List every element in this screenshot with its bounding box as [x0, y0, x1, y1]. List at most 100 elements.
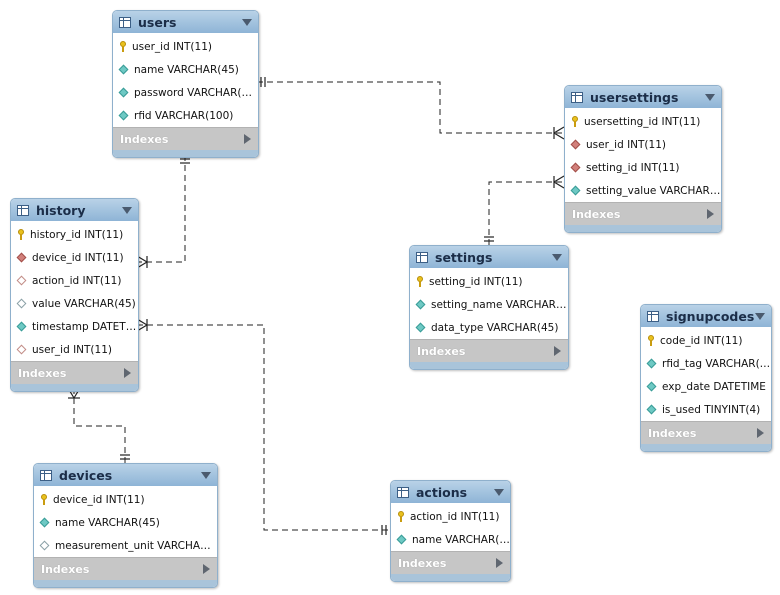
- column-row[interactable]: user_id INT(11): [11, 338, 138, 361]
- indexes-section[interactable]: Indexes: [11, 361, 138, 384]
- column-row[interactable]: code_id INT(11): [641, 329, 771, 352]
- table-users[interactable]: users user_id INT(11) name VARCHAR(45) pas…: [112, 10, 259, 158]
- column-row[interactable]: setting_id INT(11): [410, 270, 568, 293]
- column-row[interactable]: exp_date DATETIME: [641, 375, 771, 398]
- expand-indexes-icon[interactable]: [203, 564, 210, 574]
- column-row[interactable]: measurement_unit VARCHAR(20): [34, 534, 217, 557]
- column-row[interactable]: rfid_tag VARCHAR(4...: [641, 352, 771, 375]
- collapse-icon[interactable]: [755, 312, 765, 320]
- column-label: is_used TINYINT(4): [662, 403, 761, 416]
- nullable-foreign-key-icon: [16, 275, 27, 286]
- indexes-section[interactable]: Indexes: [113, 127, 258, 150]
- column-row[interactable]: setting_id INT(11): [565, 156, 721, 179]
- column-row[interactable]: usersetting_id INT(11): [565, 110, 721, 133]
- column-label: data_type VARCHAR(45): [431, 321, 559, 334]
- indexes-section[interactable]: Indexes: [410, 339, 568, 362]
- collapse-icon[interactable]: [122, 206, 132, 214]
- table-header[interactable]: users: [113, 11, 258, 33]
- column-list: usersetting_id INT(11) user_id INT(11) set…: [565, 108, 721, 202]
- column-row[interactable]: name VARCHAR(45): [34, 511, 217, 534]
- relationship-settings-usersettings: [488, 181, 564, 245]
- table-history[interactable]: history history_id INT(11) device_id INT(…: [10, 198, 139, 392]
- expand-indexes-icon[interactable]: [757, 428, 764, 438]
- table-header[interactable]: usersettings: [565, 86, 721, 108]
- column-label: user_id INT(11): [586, 138, 666, 151]
- column-row[interactable]: setting_name VARCHAR(4...: [410, 293, 568, 316]
- column-list: device_id INT(11) name VARCHAR(45) measure…: [34, 486, 217, 557]
- table-footer: [391, 574, 510, 581]
- column-list: setting_id INT(11) setting_name VARCHAR(4…: [410, 268, 568, 339]
- column-row[interactable]: user_id INT(11): [113, 35, 258, 58]
- collapse-icon[interactable]: [552, 253, 562, 261]
- column-row[interactable]: timestamp DATETI...: [11, 315, 138, 338]
- column-icon: [118, 87, 129, 98]
- table-actions[interactable]: actions action_id INT(11) name VARCHAR(50…: [390, 480, 511, 582]
- relationship-users-history: [137, 155, 186, 263]
- column-label: history_id INT(11): [30, 228, 124, 241]
- expand-indexes-icon[interactable]: [124, 368, 131, 378]
- column-row[interactable]: is_used TINYINT(4): [641, 398, 771, 421]
- column-row[interactable]: rfid VARCHAR(100): [113, 104, 258, 127]
- table-signupcodes[interactable]: signupcodes code_id INT(11) rfid_tag VARC…: [640, 304, 772, 452]
- column-icon: [118, 110, 129, 121]
- expand-indexes-icon[interactable]: [244, 134, 251, 144]
- column-label: name VARCHAR(45): [55, 516, 160, 529]
- column-row[interactable]: value VARCHAR(45): [11, 292, 138, 315]
- expand-indexes-icon[interactable]: [496, 558, 503, 568]
- table-name: signupcodes: [666, 308, 755, 324]
- table-usersettings[interactable]: usersettings usersetting_id INT(11) user_…: [564, 85, 722, 233]
- indexes-label: Indexes: [18, 366, 67, 380]
- column-row[interactable]: setting_value VARCHAR(4...: [565, 179, 721, 202]
- indexes-section[interactable]: Indexes: [391, 551, 510, 574]
- table-footer: [11, 384, 138, 391]
- column-row[interactable]: data_type VARCHAR(45): [410, 316, 568, 339]
- indexes-section[interactable]: Indexes: [34, 557, 217, 580]
- nullable-column-icon: [16, 298, 27, 309]
- nullable-foreign-key-icon: [16, 344, 27, 355]
- collapse-icon[interactable]: [242, 18, 252, 26]
- primary-key-icon: [40, 494, 48, 505]
- table-header[interactable]: signupcodes: [641, 305, 771, 327]
- indexes-section[interactable]: Indexes: [565, 202, 721, 225]
- collapse-icon[interactable]: [494, 488, 504, 496]
- column-icon: [646, 381, 657, 392]
- column-row[interactable]: action_id INT(11): [391, 505, 510, 528]
- indexes-label: Indexes: [648, 426, 697, 440]
- collapse-icon[interactable]: [705, 93, 715, 101]
- column-row[interactable]: device_id INT(11): [34, 488, 217, 511]
- table-footer: [565, 225, 721, 232]
- table-footer: [641, 444, 771, 451]
- expand-indexes-icon[interactable]: [554, 346, 561, 356]
- column-row[interactable]: action_id INT(11): [11, 269, 138, 292]
- table-icon: [416, 251, 428, 263]
- column-row[interactable]: device_id INT(11): [11, 246, 138, 269]
- table-name: users: [138, 14, 177, 30]
- primary-key-icon: [397, 511, 405, 522]
- column-label: code_id INT(11): [660, 334, 743, 347]
- indexes-label: Indexes: [41, 562, 90, 576]
- collapse-icon[interactable]: [201, 471, 211, 479]
- table-devices[interactable]: devices device_id INT(11) name VARCHAR(45…: [33, 463, 218, 588]
- table-header[interactable]: actions: [391, 481, 510, 503]
- table-icon: [17, 204, 29, 216]
- table-header[interactable]: settings: [410, 246, 568, 268]
- column-row[interactable]: name VARCHAR(50): [391, 528, 510, 551]
- indexes-section[interactable]: Indexes: [641, 421, 771, 444]
- table-header[interactable]: history: [11, 199, 138, 221]
- table-footer: [34, 580, 217, 587]
- column-row[interactable]: history_id INT(11): [11, 223, 138, 246]
- column-row[interactable]: name VARCHAR(45): [113, 58, 258, 81]
- table-header[interactable]: devices: [34, 464, 217, 486]
- table-name: actions: [416, 484, 468, 500]
- column-row[interactable]: user_id INT(11): [565, 133, 721, 156]
- column-label: timestamp DATETI...: [32, 320, 138, 333]
- column-label: rfid_tag VARCHAR(4...: [662, 357, 771, 370]
- table-icon: [397, 486, 409, 498]
- column-icon: [646, 358, 657, 369]
- primary-key-icon: [647, 335, 655, 346]
- expand-indexes-icon[interactable]: [707, 209, 714, 219]
- column-list: code_id INT(11) rfid_tag VARCHAR(4... exp_…: [641, 327, 771, 421]
- column-label: name VARCHAR(50): [412, 533, 510, 546]
- table-settings[interactable]: settings setting_id INT(11) setting_name …: [409, 245, 569, 370]
- column-row[interactable]: password VARCHAR(100): [113, 81, 258, 104]
